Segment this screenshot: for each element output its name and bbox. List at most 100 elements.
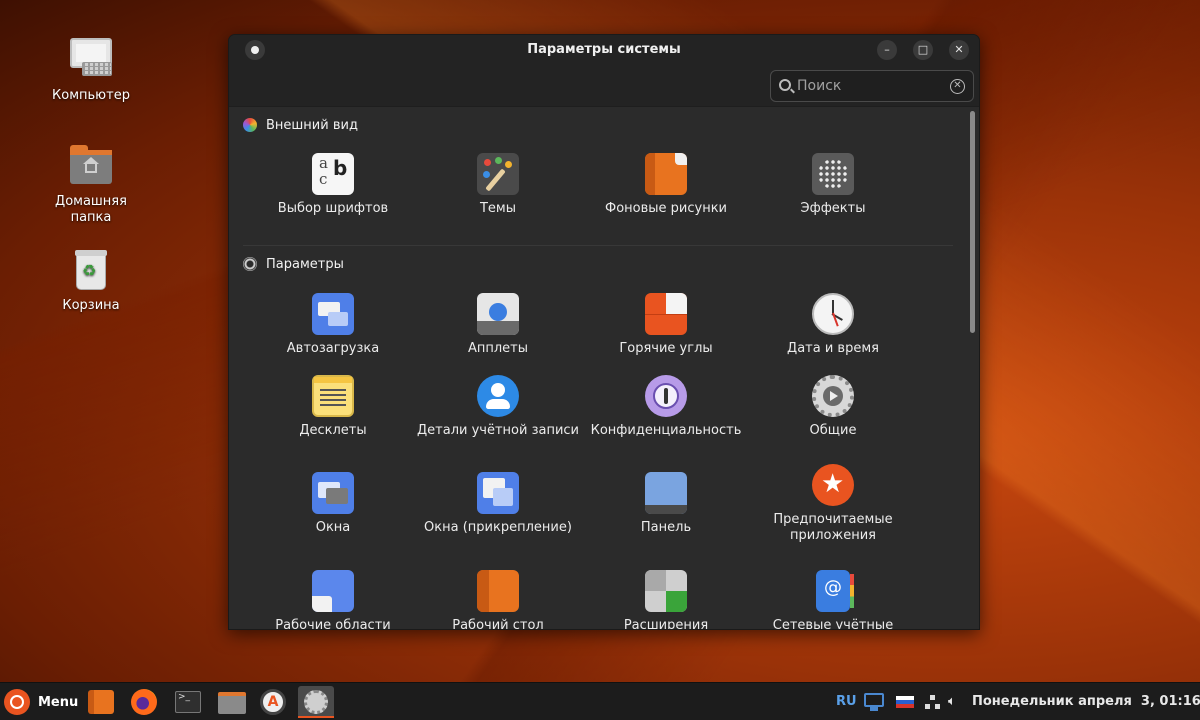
taskbar-files-app[interactable] [82, 686, 118, 718]
terminal-icon: >_ [175, 691, 201, 713]
scrollbar[interactable] [970, 111, 975, 333]
settings-item-label: Дата и время [787, 341, 879, 356]
home-folder-icon [68, 144, 114, 188]
appearance-section-icon [243, 118, 257, 132]
clock[interactable]: Понедельник апреля 3, 01:16:33 [972, 683, 1200, 720]
settings-item-effects[interactable]: Эффекты [748, 153, 918, 217]
close-button[interactable]: ✕ [949, 40, 969, 60]
clear-search-icon[interactable]: ✕ [950, 79, 965, 94]
taskbar-firefox[interactable] [126, 686, 162, 718]
settings-item-general[interactable]: Общие [748, 375, 918, 439]
minimize-button[interactable]: – [877, 40, 897, 60]
settings-item-backgrounds[interactable]: Фоновые рисунки [581, 153, 751, 217]
effects-icon [812, 153, 854, 195]
bottom-panel: Menu >_ A RU 🔈︎ Понедельник апреля 3, 01… [0, 682, 1200, 720]
settings-item-label: Фоновые рисунки [605, 201, 727, 216]
settings-gear-icon [304, 690, 328, 714]
settings-item-preferred-apps[interactable]: ★ Предпочитаемые приложения [748, 464, 918, 544]
settings-item-window-tiling[interactable]: Окна (прикрепление) [413, 472, 583, 536]
menu-button[interactable]: Menu [4, 688, 78, 716]
menu-label: Menu [38, 694, 79, 710]
settings-item-label: Темы [479, 201, 516, 216]
taskbar-terminal[interactable]: >_ [170, 686, 206, 718]
search-input[interactable] [797, 77, 947, 95]
settings-item-themes[interactable]: Темы [413, 153, 583, 217]
privacy-icon [645, 375, 687, 417]
titlebar[interactable]: Параметры системы – □ ✕ [229, 35, 979, 65]
startup-icon [312, 293, 354, 335]
settings-item-hot-corners[interactable]: Горячие углы [581, 293, 751, 357]
settings-item-startup[interactable]: Автозагрузка [248, 293, 418, 357]
clock-icon [812, 293, 854, 335]
section-title: Параметры [266, 256, 344, 272]
backgrounds-icon [645, 153, 687, 195]
keyboard-layout[interactable]: RU [836, 683, 857, 720]
settings-item-label: Панель [640, 520, 692, 535]
trash-icon: ♻ [68, 248, 114, 292]
settings-item-applets[interactable]: Апплеты [413, 293, 583, 357]
settings-item-fonts[interactable]: a c b Выбор шрифтов [248, 153, 418, 217]
desktop-icon-label: Корзина [62, 298, 120, 313]
settings-item-desklets[interactable]: Десклеты [248, 375, 418, 439]
settings-item-label: Сетевые учётные [772, 618, 894, 629]
maximize-button[interactable]: □ [913, 40, 933, 60]
settings-item-privacy[interactable]: Конфиденциальность [581, 375, 751, 439]
network-monitor-icon[interactable] [862, 683, 886, 720]
settings-item-panel[interactable]: Панель [581, 472, 751, 536]
flag-ru-icon[interactable] [896, 683, 914, 720]
settings-item-label: Расширения [623, 618, 709, 629]
window-title: Параметры системы [527, 42, 681, 57]
taskbar-file-manager[interactable] [214, 686, 250, 718]
computer-icon [68, 38, 114, 82]
windows-icon [312, 472, 354, 514]
settings-item-label: Горячие углы [619, 341, 713, 356]
settings-item-label: Рабочие области [275, 618, 391, 629]
firefox-icon [131, 689, 157, 715]
desklets-icon [312, 375, 354, 417]
ubuntu-logo-icon [4, 689, 30, 715]
search-bar: ✕ [229, 65, 979, 107]
settings-item-label: Окна (прикрепление) [424, 520, 572, 535]
preferences-section-icon [243, 257, 257, 271]
account-icon [477, 375, 519, 417]
settings-item-extensions[interactable]: Расширения [581, 570, 751, 629]
settings-item-label: Апплеты [467, 341, 529, 356]
taskbar-software-manager[interactable]: A [256, 686, 292, 718]
section-divider [243, 245, 953, 246]
settings-item-label: Рабочий стол [452, 618, 544, 629]
settings-item-label: Общие [809, 423, 857, 438]
search-icon [779, 79, 791, 91]
software-manager-icon: A [260, 689, 286, 715]
desktop-icon-trash[interactable]: ♻ Корзина [46, 248, 136, 314]
settings-item-date-time[interactable]: Дата и время [748, 293, 918, 357]
settings-item-account[interactable]: Детали учётной записи [413, 375, 583, 439]
preferred-apps-icon: ★ [812, 464, 854, 506]
desktop-icon-label: Домашняя папка [55, 194, 127, 225]
taskbar-system-settings[interactable] [298, 686, 334, 718]
themes-icon [477, 153, 519, 195]
settings-item-desktop[interactable]: Рабочий стол [413, 570, 583, 629]
network-icon[interactable] [924, 683, 940, 720]
settings-item-online-accounts[interactable]: @ Сетевые учётные [748, 570, 918, 629]
settings-content: Внешний вид a c b Выбор шрифтов Темы Фон… [229, 107, 967, 629]
extensions-icon [645, 570, 687, 612]
settings-item-windows[interactable]: Окна [248, 472, 418, 536]
search-box[interactable]: ✕ [770, 70, 974, 102]
section-header-appearance: Внешний вид [243, 115, 358, 135]
settings-item-label: Десклеты [299, 423, 367, 438]
desktop-icon-label: Компьютер [52, 88, 130, 103]
settings-item-label: Предпочитаемые приложения [773, 512, 893, 543]
settings-item-label: Конфиденциальность [590, 423, 742, 438]
panel-icon [645, 472, 687, 514]
settings-item-label: Выбор шрифтов [277, 201, 389, 216]
settings-item-workspaces[interactable]: Рабочие области [248, 570, 418, 629]
desktop-icon-home[interactable]: Домашняя папка [46, 144, 136, 226]
volume-icon[interactable]: 🔈︎ [948, 683, 956, 720]
online-accounts-icon: @ [816, 570, 854, 612]
desktop-icon [477, 570, 519, 612]
section-header-preferences: Параметры [243, 254, 344, 274]
settings-item-label: Окна [315, 520, 351, 535]
settings-item-label: Эффекты [800, 201, 866, 216]
desktop-icon-computer[interactable]: Компьютер [46, 38, 136, 104]
app-orange-icon [88, 690, 114, 714]
